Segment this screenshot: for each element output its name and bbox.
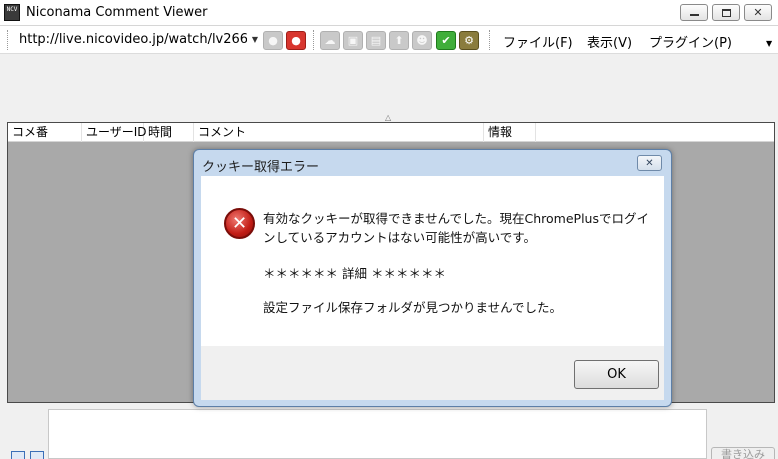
dialog-footer: OK [201,346,664,400]
ok-green-icon[interactable]: ✔ [436,31,456,50]
url-input[interactable]: http://live.nicovideo.jp/watch/lv26620 [19,30,247,50]
column-header-info[interactable]: 情報 [484,123,536,142]
column-header-comment[interactable]: コメント [194,123,484,142]
maximize-icon [721,8,731,17]
toolbar-grip[interactable] [7,30,9,50]
window-title: Niconama Comment Viewer [26,5,208,20]
comment-input[interactable] [48,409,707,459]
error-dialog: クッキー取得エラー ✕ ✕ 有効なクッキーが取得できませんでした。現在Chrom… [193,149,672,407]
details-header: ＊＊＊＊＊＊ 詳細 ＊＊＊＊＊＊ [263,266,446,281]
title-bar: NCV Niconama Comment Viewer ✕ [0,0,778,26]
settings-gear-icon[interactable]: ⚙ [459,31,479,50]
details-text: 設定ファイル保存フォルダが見つかりませんでした。 [263,300,563,315]
toolbar-separator [313,30,315,50]
dialog-close-button[interactable]: ✕ [637,155,662,171]
list-header: コメ番 ユーザーID 時間 コメント 情報 [8,123,774,142]
dialog-title: クッキー取得エラー [202,160,320,175]
dialog-body: ✕ 有効なクッキーが取得できませんでした。現在ChromePlusでログイ ンし… [201,176,664,346]
close-icon: ✕ [753,6,763,19]
error-message-line-2: ンしているアカウントはない可能性が高いです。 [263,230,537,245]
chevron-down-icon[interactable]: ▼ [252,30,258,50]
close-button[interactable]: ✕ [744,4,772,21]
close-icon: ✕ [645,157,654,169]
toolbar-overflow-icon[interactable]: ▼ [766,39,772,48]
minimize-icon [689,14,699,16]
column-header-time[interactable]: 時間 [144,123,194,142]
option-checkbox[interactable] [30,451,44,459]
menu-plugin[interactable]: プラグイン(P) [649,32,732,51]
cloud-icon[interactable]: ☁ [320,31,340,50]
toolbar-separator [489,30,491,50]
column-header-comment-no[interactable]: コメ番 [8,123,82,142]
toolbar: http://live.nicovideo.jp/watch/lv26620 ▼… [0,26,778,54]
maximize-button[interactable] [712,4,740,21]
splitter-handle-icon[interactable]: △ [385,113,391,122]
upload-icon[interactable]: ⬆ [389,31,409,50]
export-icon[interactable]: ▤ [366,31,386,50]
url-combobox[interactable]: http://live.nicovideo.jp/watch/lv26620 ▼ [14,29,261,51]
error-icon: ✕ [224,208,255,239]
column-header-user-id[interactable]: ユーザーID [82,123,147,142]
disconnect-icon[interactable]: ● [286,31,306,50]
ok-button[interactable]: OK [574,360,659,389]
menu-view[interactable]: 表示(V) [587,32,632,51]
menu-file[interactable]: ファイル(F) [503,32,573,51]
connect-icon[interactable]: ● [263,31,283,50]
users-icon[interactable]: ☻ [412,31,432,50]
write-button[interactable]: 書き込み [711,447,775,459]
minimize-button[interactable] [680,4,708,21]
app-icon: NCV [4,4,20,21]
error-message-line-1: 有効なクッキーが取得できませんでした。現在ChromePlusでログイ [263,211,649,226]
option-checkbox[interactable] [11,451,25,459]
image-icon[interactable]: ▣ [343,31,363,50]
